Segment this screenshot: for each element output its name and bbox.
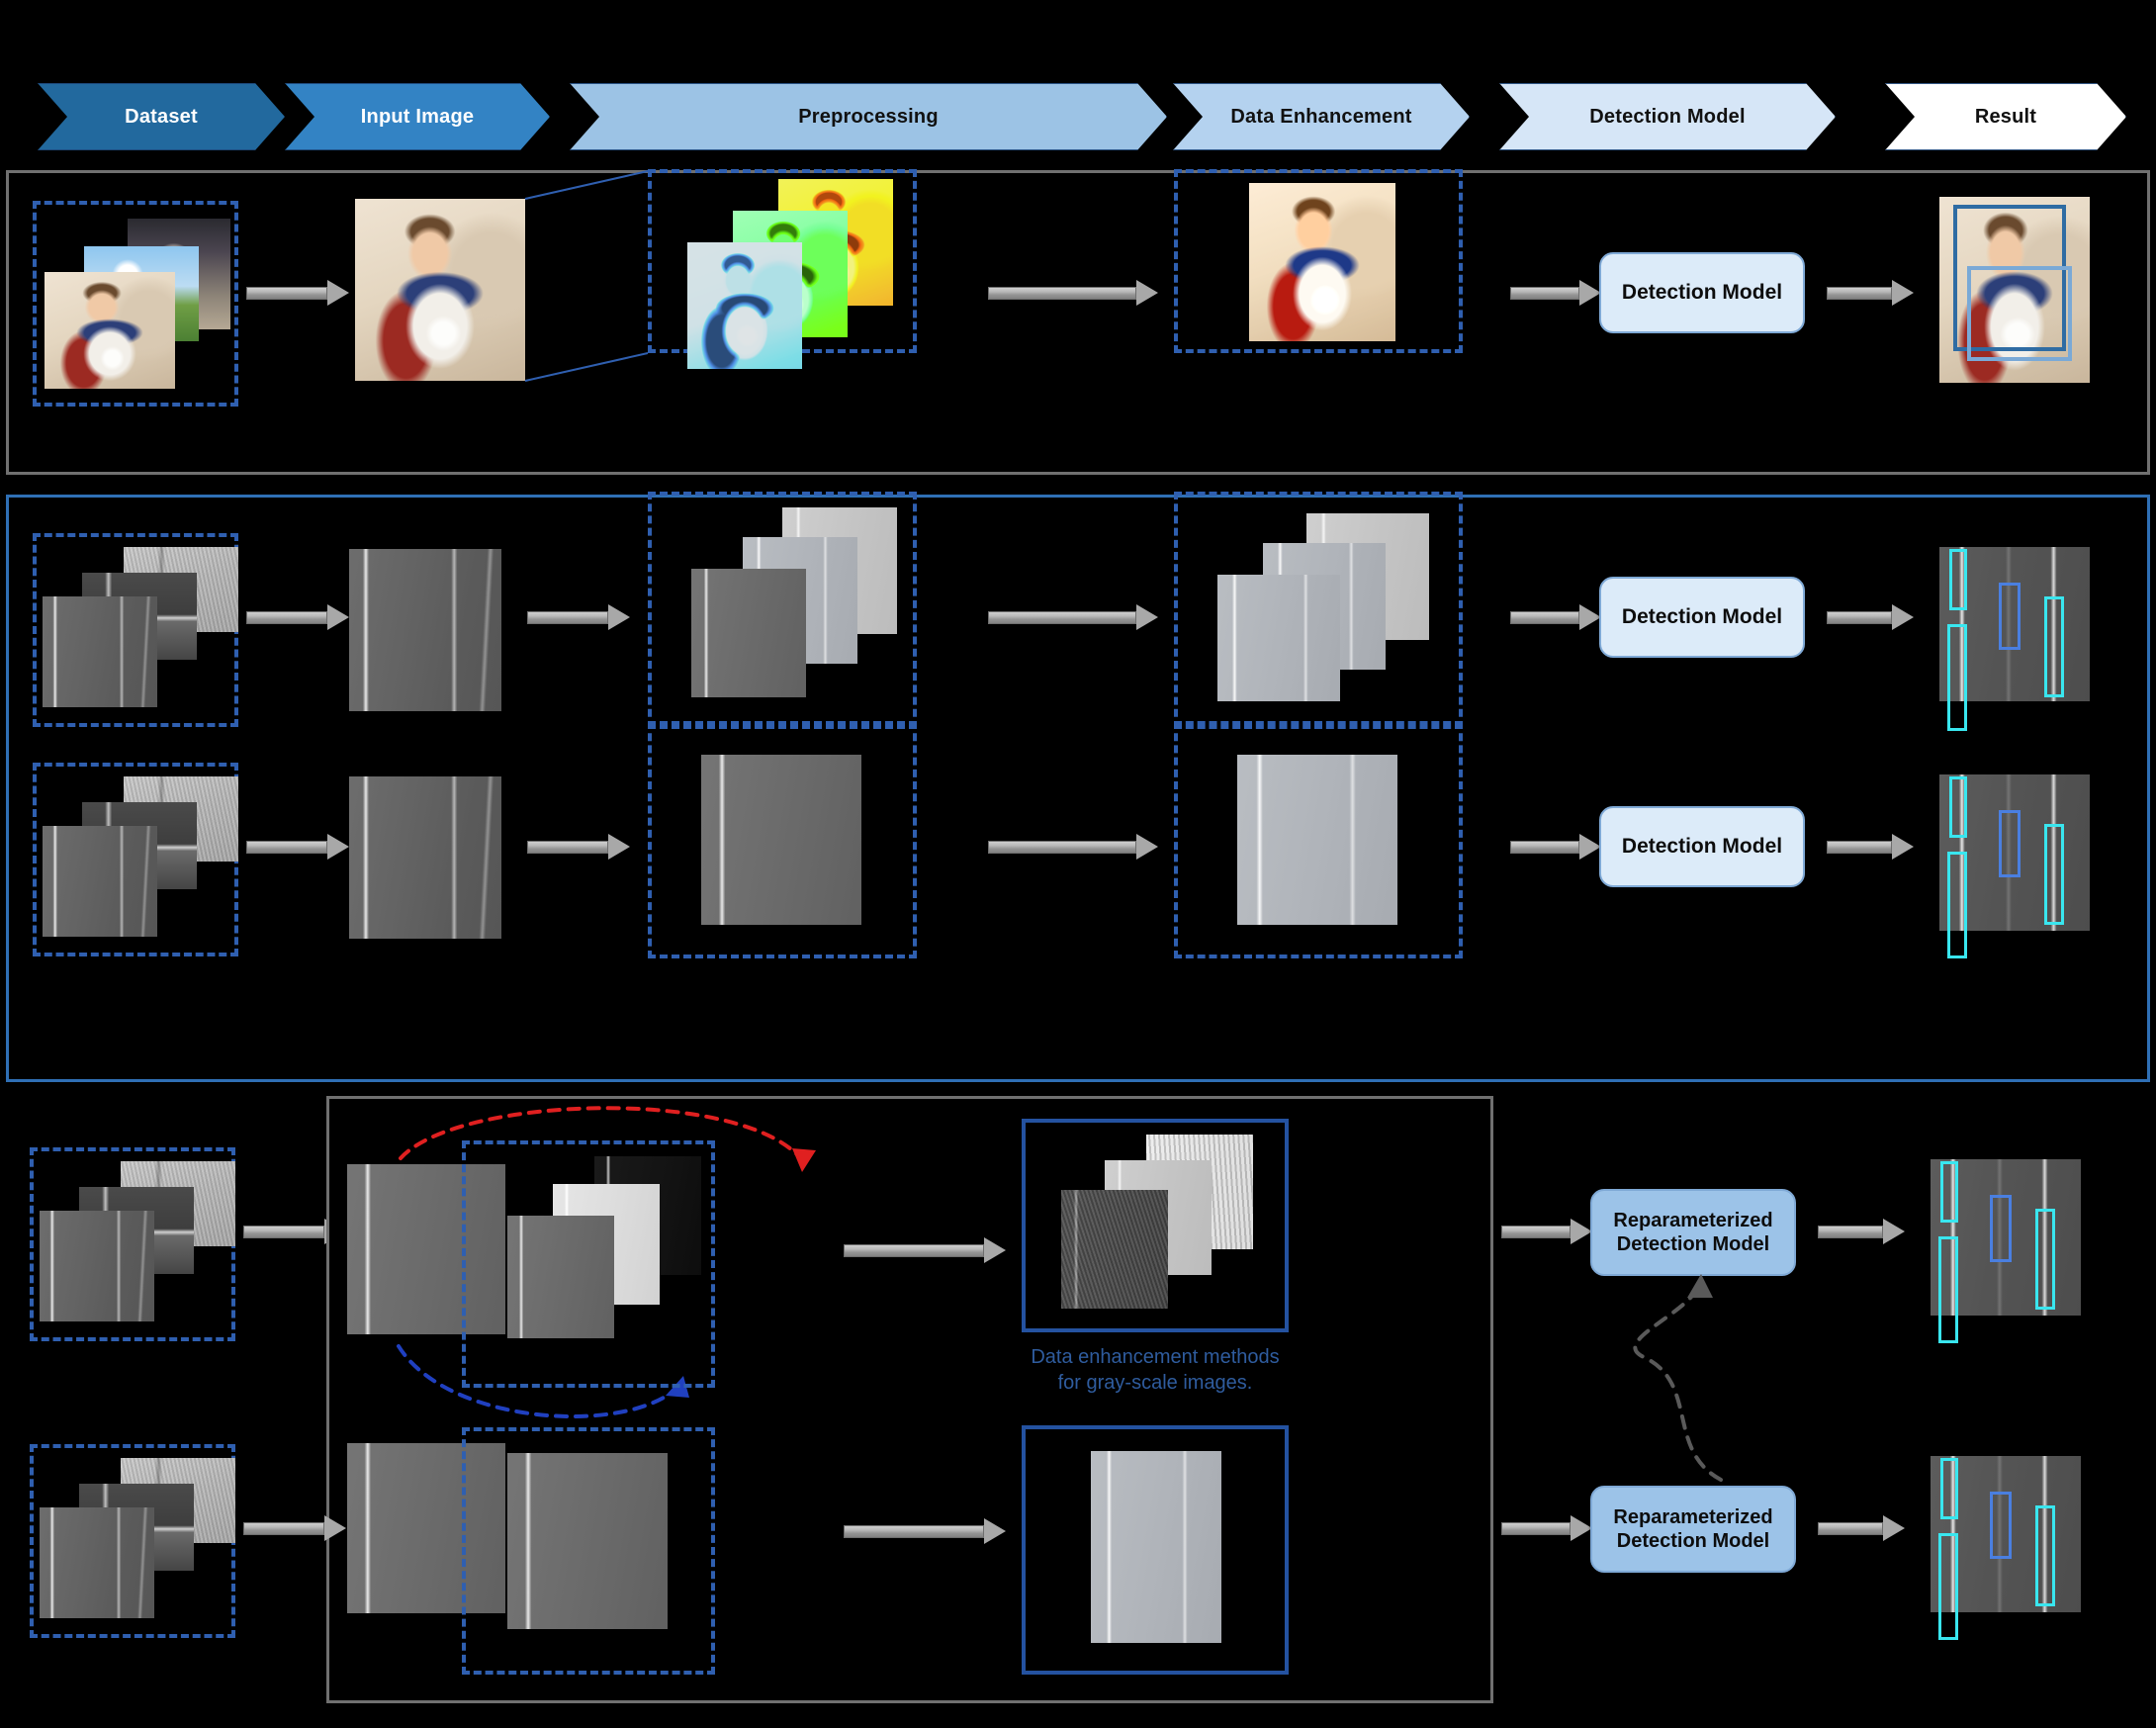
dataset-reparam-1c	[40, 1211, 154, 1321]
result-bbox-a2	[1947, 624, 1967, 731]
result-bbox-b4	[2044, 824, 2064, 925]
stage-chevron-detection-model[interactable]: Detection Model	[1499, 83, 1836, 150]
result-bbox-d2	[1938, 1533, 1958, 1640]
dataset-photo-1	[45, 272, 175, 389]
stage-label: Input Image	[360, 105, 475, 128]
stage-chevron-result[interactable]: Result	[1885, 83, 2126, 150]
dataset-gray-1b	[43, 826, 157, 937]
reparameterized-detection-model-bottom[interactable]: Reparameterized Detection Model	[1590, 1486, 1796, 1573]
arrow-a1	[246, 604, 349, 630]
arrow-b4	[1510, 834, 1601, 860]
detection-model-box-gray-multi[interactable]: Detection Model	[1599, 577, 1805, 658]
arrow-a5	[1827, 604, 1914, 630]
stage-label: Dataset	[125, 105, 198, 128]
detection-model-box-color[interactable]: Detection Model	[1599, 252, 1805, 333]
result-bbox-d3	[1990, 1492, 2012, 1559]
input-image-gray-a	[349, 549, 501, 711]
dataset-gray-1a	[43, 596, 157, 707]
brightness-mid-variant	[507, 1216, 614, 1338]
model-label: Detection Model	[1621, 281, 1783, 305]
result-bbox-cat	[1967, 266, 2072, 361]
stage-chevron-preprocessing[interactable]: Preprocessing	[570, 83, 1167, 150]
stage-label: Detection Model	[1589, 105, 1746, 128]
enhance-gray-b	[1237, 755, 1397, 925]
caption-gray-enhancement: Data enhancement methods for gray-scale …	[1031, 1346, 1280, 1395]
detection-model-box-gray-single[interactable]: Detection Model	[1599, 806, 1805, 887]
result-bbox-b1	[1949, 776, 1967, 838]
model-label: Reparameterized Detection Model	[1613, 1209, 1773, 1255]
arrow-d3	[844, 1518, 1006, 1544]
arrow-b1	[246, 834, 349, 860]
model-label: Reparameterized Detection Model	[1613, 1505, 1773, 1552]
preproc-gray-b	[701, 755, 861, 925]
arrow-b3	[988, 834, 1158, 860]
arrow-c3	[1501, 1219, 1592, 1244]
result-bbox-a1	[1949, 549, 1967, 610]
stage-label: Preprocessing	[798, 105, 939, 128]
arrow-a3	[988, 604, 1158, 630]
enhanced-image-color	[1249, 183, 1395, 341]
arrow-model-to-result	[1827, 280, 1914, 306]
arrow-b5	[1827, 834, 1914, 860]
gray-enhance-1c	[1061, 1190, 1168, 1309]
arrow-dataset-to-input	[246, 280, 349, 306]
arrow-preproc-to-enhance	[988, 280, 1158, 306]
arrow-b2	[527, 834, 630, 860]
diagram-canvas: Dataset Input Image Preprocessing Data E…	[0, 0, 2156, 1728]
input-image-color	[355, 199, 525, 381]
projection-lines	[524, 170, 649, 382]
result-bbox-a3	[1999, 583, 2021, 650]
arrow-c2	[844, 1237, 1006, 1263]
reparameterization-link-arrow	[1633, 1274, 1723, 1482]
stage-label: Result	[1974, 105, 2037, 128]
input-image-gray-b	[349, 776, 501, 939]
model-label: Detection Model	[1621, 605, 1783, 629]
arrow-enhance-to-model	[1510, 280, 1601, 306]
enhance-gray-1a	[1217, 575, 1340, 701]
stage-label: Data Enhancement	[1230, 105, 1412, 128]
gray-enhance-d	[1091, 1451, 1221, 1643]
result-bbox-c4	[2035, 1209, 2055, 1310]
arrow-a4	[1510, 604, 1601, 630]
dataset-reparam-1d	[40, 1507, 154, 1618]
reparameterized-detection-model-top[interactable]: Reparameterized Detection Model	[1590, 1189, 1796, 1276]
channel-blue	[687, 242, 802, 369]
result-bbox-d1	[1940, 1458, 1958, 1519]
panel-gray-enhancement-detail: Data enhancement methods for gray-scale …	[326, 1096, 1493, 1703]
stage-chevron-input-image[interactable]: Input Image	[285, 83, 550, 150]
arrow-c4	[1818, 1219, 1905, 1244]
preproc-reparam-d	[507, 1453, 668, 1629]
panel-grayscale-pipeline: Detection Model Detection Model	[6, 492, 2150, 1082]
arrowhead-darken	[792, 1148, 816, 1172]
result-bbox-b2	[1947, 852, 1967, 958]
stage-chevron-data-enhancement[interactable]: Data Enhancement	[1173, 83, 1470, 150]
pipeline-stage-header: Dataset Input Image Preprocessing Data E…	[0, 83, 2156, 150]
result-bbox-d4	[2035, 1505, 2055, 1606]
arrow-a2	[527, 604, 630, 630]
result-bbox-c2	[1938, 1236, 1958, 1343]
preproc-gray-1a	[691, 569, 806, 697]
model-label: Detection Model	[1621, 835, 1783, 859]
panel-color-pipeline: Detection Model	[6, 169, 2150, 475]
arrow-d1	[243, 1515, 346, 1541]
stage-chevron-dataset[interactable]: Dataset	[38, 83, 285, 150]
result-bbox-c3	[1990, 1195, 2012, 1262]
result-bbox-c1	[1940, 1161, 1958, 1223]
result-bbox-b3	[1999, 810, 2021, 877]
result-bbox-a4	[2044, 596, 2064, 697]
arrow-d5	[1818, 1515, 1905, 1541]
arrow-d4	[1501, 1515, 1592, 1541]
